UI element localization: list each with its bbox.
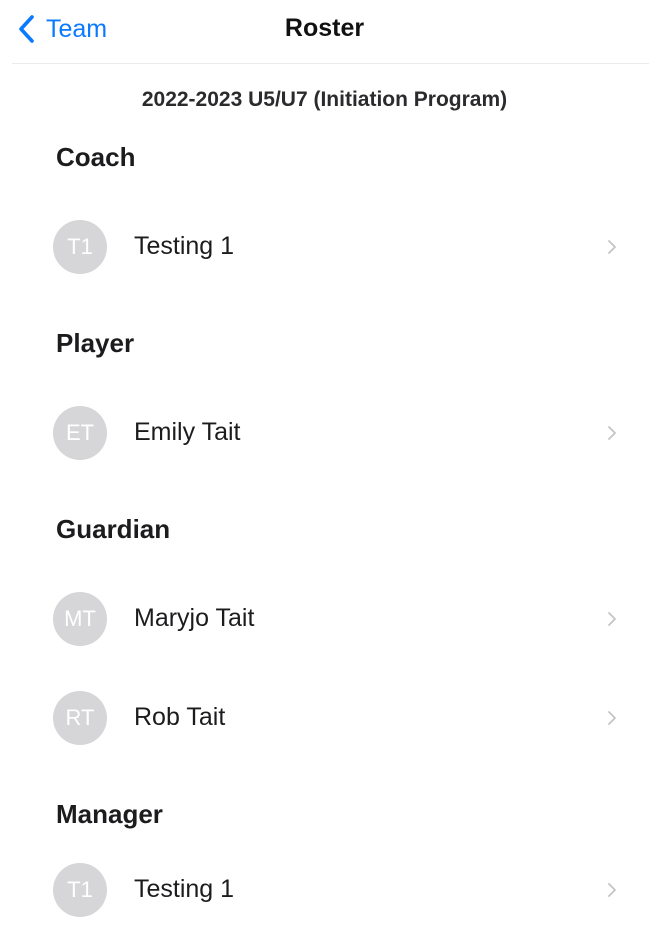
section-header-player: Player (56, 328, 135, 358)
avatar: T1 (53, 220, 107, 274)
program-title: 2022-2023 U5/U7 (Initiation Program) (141, 88, 508, 111)
list-item[interactable]: T1 Testing 1 (0, 212, 649, 282)
list-item[interactable]: MT Maryjo Tait (0, 584, 649, 654)
member-name: Emily Tait (134, 418, 241, 446)
navigation-bar: Team Roster (0, 0, 649, 64)
page-title: Roster (284, 14, 365, 42)
section-header-guardian: Guardian (56, 514, 171, 544)
chevron-right-icon (607, 882, 617, 898)
avatar: MT (53, 592, 107, 646)
list-item[interactable]: RT Rob Tait (0, 683, 649, 753)
member-name: Rob Tait (134, 703, 226, 731)
chevron-right-icon (607, 611, 617, 627)
list-item[interactable]: ET Emily Tait (0, 398, 649, 468)
member-name: Maryjo Tait (134, 604, 255, 632)
member-name: Testing 1 (134, 875, 235, 903)
avatar: ET (53, 406, 107, 460)
chevron-right-icon (607, 239, 617, 255)
chevron-right-icon (607, 425, 617, 441)
list-item[interactable]: T1 Testing 1 (0, 855, 649, 925)
member-name: Testing 1 (134, 232, 235, 260)
avatar: T1 (53, 863, 107, 917)
chevron-right-icon (607, 710, 617, 726)
roster-screen: Team Roster 2022-2023 U5/U7 (Initiation … (0, 0, 649, 927)
section-header-coach: Coach (56, 142, 136, 172)
avatar: RT (53, 691, 107, 745)
section-header-manager: Manager (56, 799, 163, 829)
navbar-divider (12, 63, 649, 64)
